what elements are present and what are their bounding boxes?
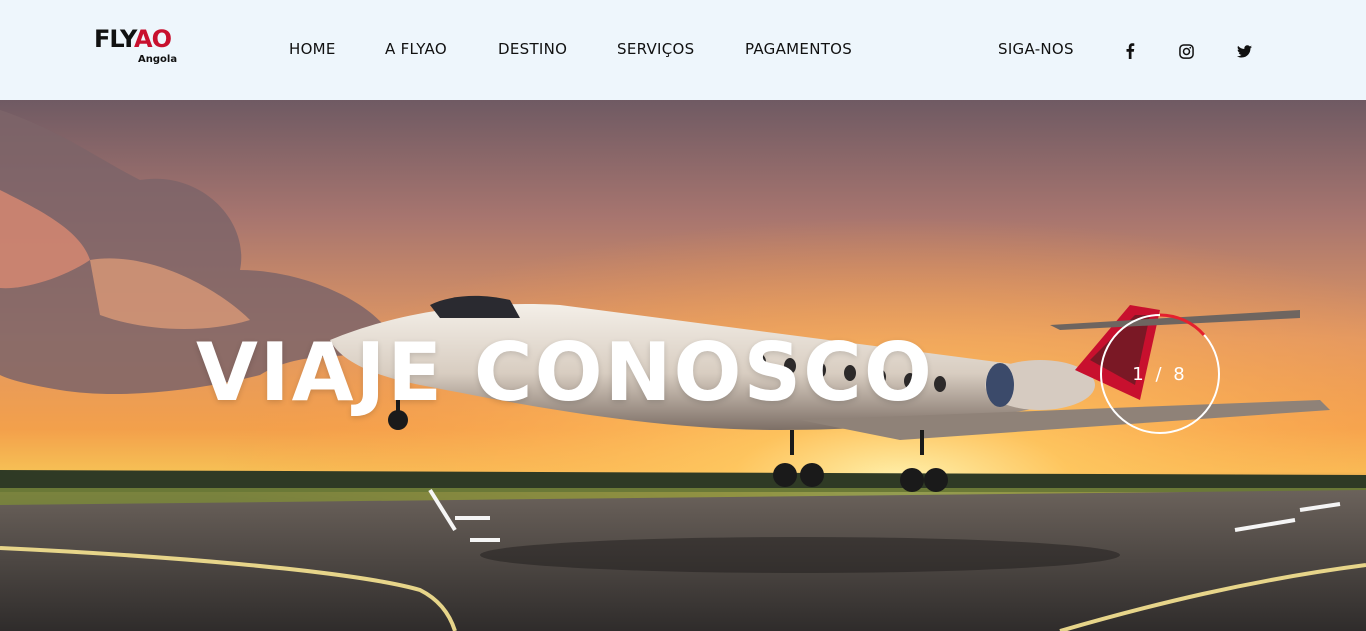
hero-title: VIAJE CONOSCO	[196, 326, 934, 419]
site-header: FLYAO Angola HOME A FLYAO DESTINO SERVIÇ…	[0, 0, 1366, 100]
instagram-icon[interactable]	[1175, 40, 1197, 62]
nav-destino[interactable]: DESTINO	[498, 40, 567, 58]
main-navigation: HOME A FLYAO DESTINO SERVIÇOS PAGAMENTOS…	[0, 40, 1366, 62]
nav-siga-nos: SIGA-NOS	[998, 40, 1074, 58]
nav-a-flyao[interactable]: A FLYAO	[385, 40, 447, 58]
twitter-icon[interactable]	[1233, 40, 1255, 62]
hero-slider: VIAJE CONOSCO 1 / 8	[0, 100, 1366, 631]
nav-pagamentos[interactable]: PAGAMENTOS	[745, 40, 852, 58]
slide-counter-text: 1 / 8	[1132, 363, 1188, 385]
nav-servicos[interactable]: SERVIÇOS	[617, 40, 695, 58]
nav-home[interactable]: HOME	[289, 40, 336, 58]
slide-counter[interactable]: 1 / 8	[1098, 312, 1222, 436]
facebook-icon[interactable]	[1119, 40, 1141, 62]
